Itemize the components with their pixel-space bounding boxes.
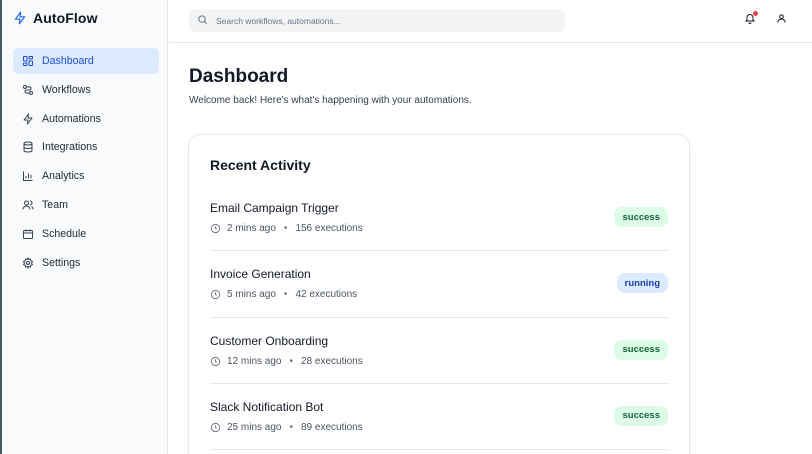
database-icon	[21, 141, 34, 154]
activity-row[interactable]: Email Campaign Trigger 2 mins ago • 156 …	[210, 185, 668, 252]
search-input[interactable]	[216, 15, 536, 26]
activity-executions: 28 executions	[301, 355, 363, 367]
sidebar-item-label: Team	[42, 198, 68, 211]
activity-time: 25 mins ago	[227, 421, 282, 433]
topbar	[169, 0, 812, 43]
sidebar-item-label: Integrations	[42, 141, 98, 154]
activity-name: Slack Notification Bot	[210, 399, 324, 414]
notification-dot	[753, 11, 758, 16]
sidebar-item-workflows[interactable]: Workflows	[13, 77, 159, 103]
sidebar: AutoFlow Dashboard Workflows Automations…	[0, 0, 168, 454]
sidebar-item-label: Workflows	[42, 83, 91, 96]
recent-activity-card: Recent Activity Email Campaign Trigger 2…	[188, 134, 690, 454]
activity-name: Customer Onboarding	[210, 333, 329, 348]
sidebar-item-integrations[interactable]: Integrations	[13, 134, 159, 160]
activity-executions: 156 executions	[295, 223, 363, 234]
sidebar-item-dashboard[interactable]: Dashboard	[13, 48, 159, 74]
clock-icon	[210, 422, 221, 433]
activity-time: 12 mins ago	[227, 355, 282, 367]
activity-row[interactable]: Customer Onboarding 12 mins ago • 28 exe…	[210, 318, 668, 384]
calendar-icon	[21, 227, 34, 240]
meta-separator: •	[289, 355, 293, 367]
gear-icon	[21, 256, 34, 269]
activity-row[interactable]: Slack Notification Bot 25 mins ago • 89 …	[210, 384, 668, 451]
sidebar-item-team[interactable]: Team	[13, 192, 159, 218]
activity-name: Email Campaign Trigger	[210, 201, 339, 215]
users-icon	[21, 198, 34, 211]
sidebar-item-label: Automations	[42, 112, 101, 125]
brand[interactable]: AutoFlow	[13, 9, 98, 27]
search-box[interactable]	[189, 9, 565, 32]
activity-meta: 2 mins ago • 156 executions	[210, 223, 363, 234]
card-title: Recent Activity	[210, 157, 311, 173]
status-badge: success	[614, 339, 668, 360]
clock-icon	[210, 223, 221, 234]
sidebar-item-settings[interactable]: Settings	[13, 250, 159, 276]
meta-separator: •	[283, 223, 288, 234]
status-badge: success	[614, 207, 668, 227]
status-badge: running	[616, 273, 668, 294]
user-icon	[776, 11, 787, 29]
sidebar-item-label: Dashboard	[42, 55, 94, 67]
activity-meta: 25 mins ago • 89 executions	[210, 422, 363, 433]
sidebar-item-label: Schedule	[42, 227, 87, 240]
activity-time: 2 mins ago	[227, 223, 276, 234]
activity-time: 5 mins ago	[227, 289, 276, 301]
user-menu-button[interactable]	[774, 12, 788, 28]
brand-name: AutoFlow	[33, 10, 98, 26]
activity-list: Email Campaign Trigger 2 mins ago • 156 …	[210, 185, 668, 451]
activity-meta: 12 mins ago • 28 executions	[210, 356, 363, 367]
bar-chart-icon	[21, 170, 34, 183]
activity-executions: 42 executions	[295, 289, 358, 301]
sidebar-item-automations[interactable]: Automations	[13, 106, 159, 132]
meta-separator: •	[283, 289, 288, 301]
activity-name: Invoice Generation	[210, 267, 311, 282]
sidebar-item-label: Analytics	[42, 170, 85, 183]
lightning-icon	[21, 112, 34, 125]
sidebar-item-schedule[interactable]: Schedule	[13, 221, 159, 247]
workflow-icon	[21, 83, 34, 96]
clock-icon	[210, 289, 221, 300]
clock-icon	[210, 356, 221, 367]
lightning-icon	[13, 10, 27, 26]
activity-meta: 5 mins ago • 42 executions	[210, 289, 357, 300]
meta-separator: •	[289, 421, 293, 433]
sidebar-item-analytics[interactable]: Analytics	[13, 163, 159, 189]
page-subtitle: Welcome back! Here's what's happening wi…	[189, 95, 472, 106]
activity-row[interactable]: Invoice Generation 5 mins ago • 42 execu…	[210, 251, 668, 318]
grid-icon	[21, 55, 34, 68]
page-title: Dashboard	[189, 66, 289, 87]
sidebar-nav: Dashboard Workflows Automations Integrat…	[13, 48, 159, 278]
activity-executions: 89 executions	[301, 421, 363, 433]
status-badge: success	[614, 405, 668, 426]
sidebar-item-label: Settings	[42, 256, 81, 269]
search-icon	[197, 12, 208, 30]
notifications-button[interactable]	[743, 11, 758, 28]
